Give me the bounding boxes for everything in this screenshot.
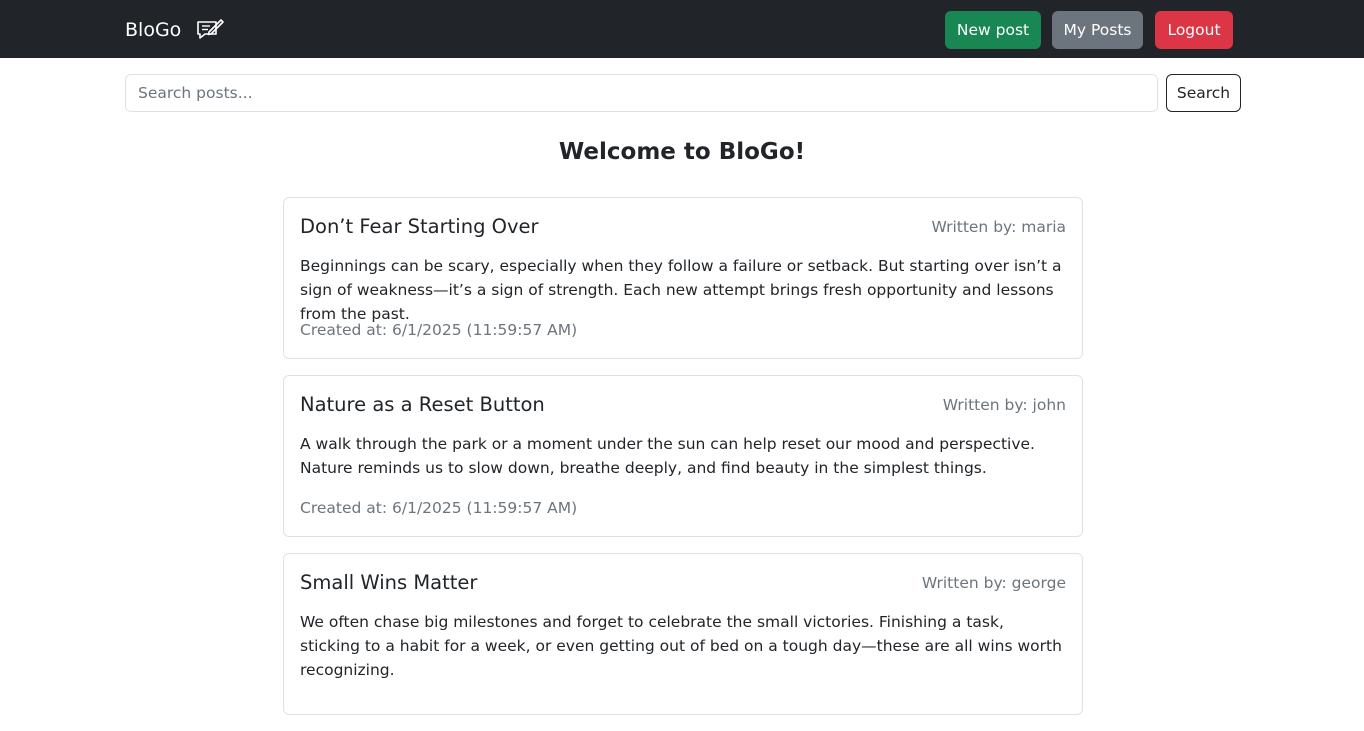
search-button[interactable]: Search bbox=[1166, 74, 1241, 112]
post-card[interactable]: Nature as a Reset Button Written by: joh… bbox=[283, 375, 1083, 537]
post-card[interactable]: Small Wins Matter Written by: george We … bbox=[283, 553, 1083, 715]
page-title: Welcome to BloGo! bbox=[558, 139, 806, 165]
post-body: A walk through the park or a moment unde… bbox=[300, 435, 1035, 477]
post-author: Written by: george bbox=[921, 574, 1066, 592]
brand-name[interactable]: BloGo bbox=[125, 17, 181, 43]
post-author: Written by: maria bbox=[931, 218, 1066, 236]
my-posts-button[interactable]: My Posts bbox=[1052, 11, 1143, 49]
post-title[interactable]: Small Wins Matter bbox=[300, 570, 477, 596]
post-title[interactable]: Don’t Fear Starting Over bbox=[300, 214, 539, 240]
post-created-at: Created at: 6/1/2025 (11:59:57 AM) bbox=[300, 321, 578, 339]
post-body: We often chase big milestones and forget… bbox=[300, 613, 1062, 679]
brand[interactable]: BloGo bbox=[125, 17, 225, 43]
post-author: Written by: john bbox=[942, 396, 1066, 414]
post-card[interactable]: Don’t Fear Starting Over Written by: mar… bbox=[283, 197, 1083, 359]
post-title[interactable]: Nature as a Reset Button bbox=[300, 392, 545, 418]
post-created-at: Created at: 6/1/2025 (11:59:57 AM) bbox=[300, 499, 578, 517]
pen-note-icon bbox=[197, 19, 225, 39]
search-input[interactable] bbox=[125, 74, 1158, 112]
post-body: Beginnings can be scary, especially when… bbox=[300, 257, 1062, 323]
post-list: Don’t Fear Starting Over Written by: mar… bbox=[283, 197, 1083, 731]
new-post-button[interactable]: New post bbox=[945, 11, 1041, 49]
navbar: BloGo New post My Posts Logout bbox=[0, 0, 1364, 58]
logout-button[interactable]: Logout bbox=[1155, 11, 1233, 49]
